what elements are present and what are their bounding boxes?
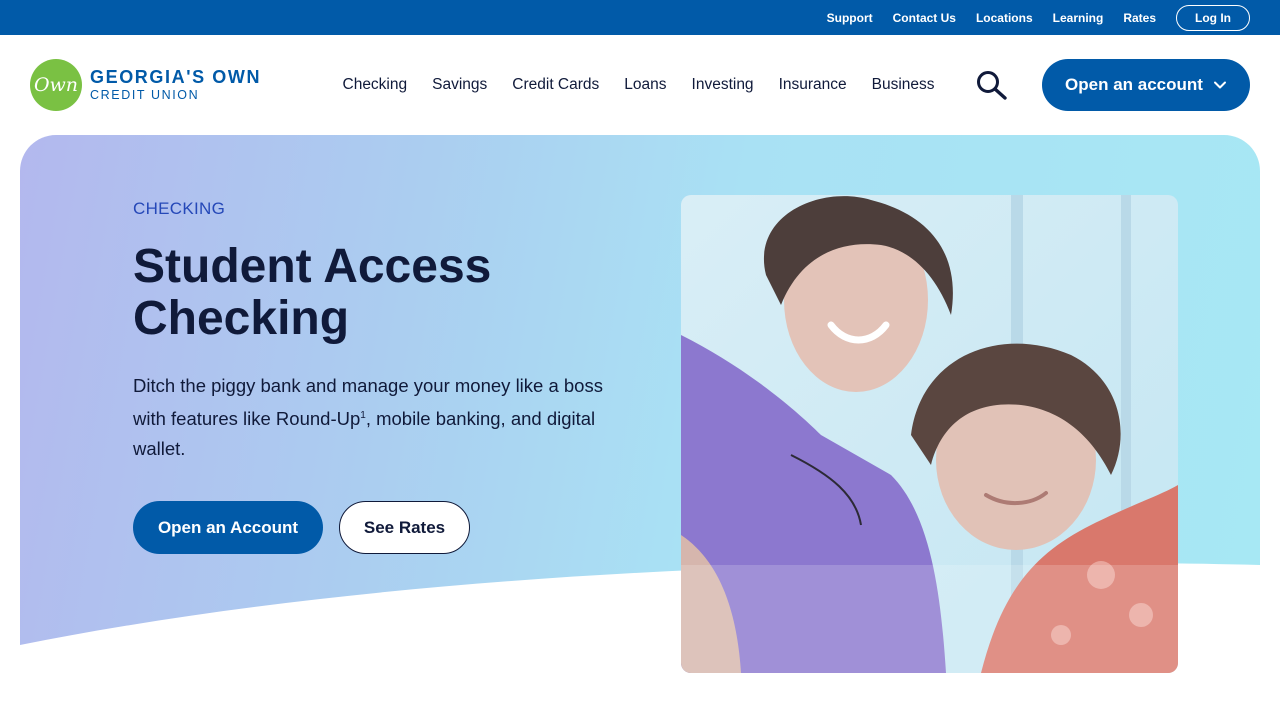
site-header: Own GEORGIA'S OWN CREDIT UNION Checking …	[0, 35, 1280, 135]
search-icon	[977, 71, 1007, 100]
open-an-account-button[interactable]: Open an Account	[133, 501, 323, 554]
nav-item-business[interactable]: Business	[872, 76, 935, 94]
logo-subtitle: CREDIT UNION	[90, 88, 200, 102]
login-button[interactable]: Log In	[1176, 4, 1250, 31]
nav-item-checking[interactable]: Checking	[343, 76, 408, 94]
hero-photo-illustration	[681, 195, 1178, 673]
hero-description: Ditch the piggy bank and manage your mon…	[133, 371, 603, 464]
logo-text: GEORGIA'S OWN CREDIT UNION	[90, 68, 261, 102]
utility-link-locations[interactable]: Locations	[976, 11, 1033, 25]
nav-item-savings[interactable]: Savings	[432, 76, 487, 94]
logo-name: GEORGIA'S OWN	[90, 67, 262, 87]
open-account-label: Open an account	[1065, 75, 1203, 94]
nav-item-investing[interactable]: Investing	[692, 76, 754, 94]
logo-mark: Own	[30, 59, 82, 111]
logo[interactable]: Own GEORGIA'S OWN CREDIT UNION	[30, 59, 261, 111]
nav-item-insurance[interactable]: Insurance	[779, 76, 847, 94]
nav-item-loans[interactable]: Loans	[624, 76, 666, 94]
utility-links: Support Contact Us Locations Learning Ra…	[807, 0, 1250, 35]
search-button[interactable]	[974, 69, 1010, 101]
main-nav: Checking Savings Credit Cards Loans Inve…	[330, 35, 947, 135]
hero-photo	[681, 195, 1178, 673]
utility-link-support[interactable]: Support	[827, 11, 873, 25]
chevron-down-icon	[1213, 81, 1226, 89]
hero-title: Student Access Checking	[133, 240, 492, 345]
nav-item-credit-cards[interactable]: Credit Cards	[512, 76, 599, 94]
utility-link-contact-us[interactable]: Contact Us	[893, 11, 956, 25]
see-rates-button[interactable]: See Rates	[339, 501, 470, 554]
utility-bar: Support Contact Us Locations Learning Ra…	[0, 0, 1280, 35]
open-account-button[interactable]: Open an account	[1042, 59, 1250, 111]
utility-link-learning[interactable]: Learning	[1053, 11, 1104, 25]
utility-link-rates[interactable]: Rates	[1123, 11, 1156, 25]
hero-eyebrow: CHECKING	[133, 199, 226, 218]
